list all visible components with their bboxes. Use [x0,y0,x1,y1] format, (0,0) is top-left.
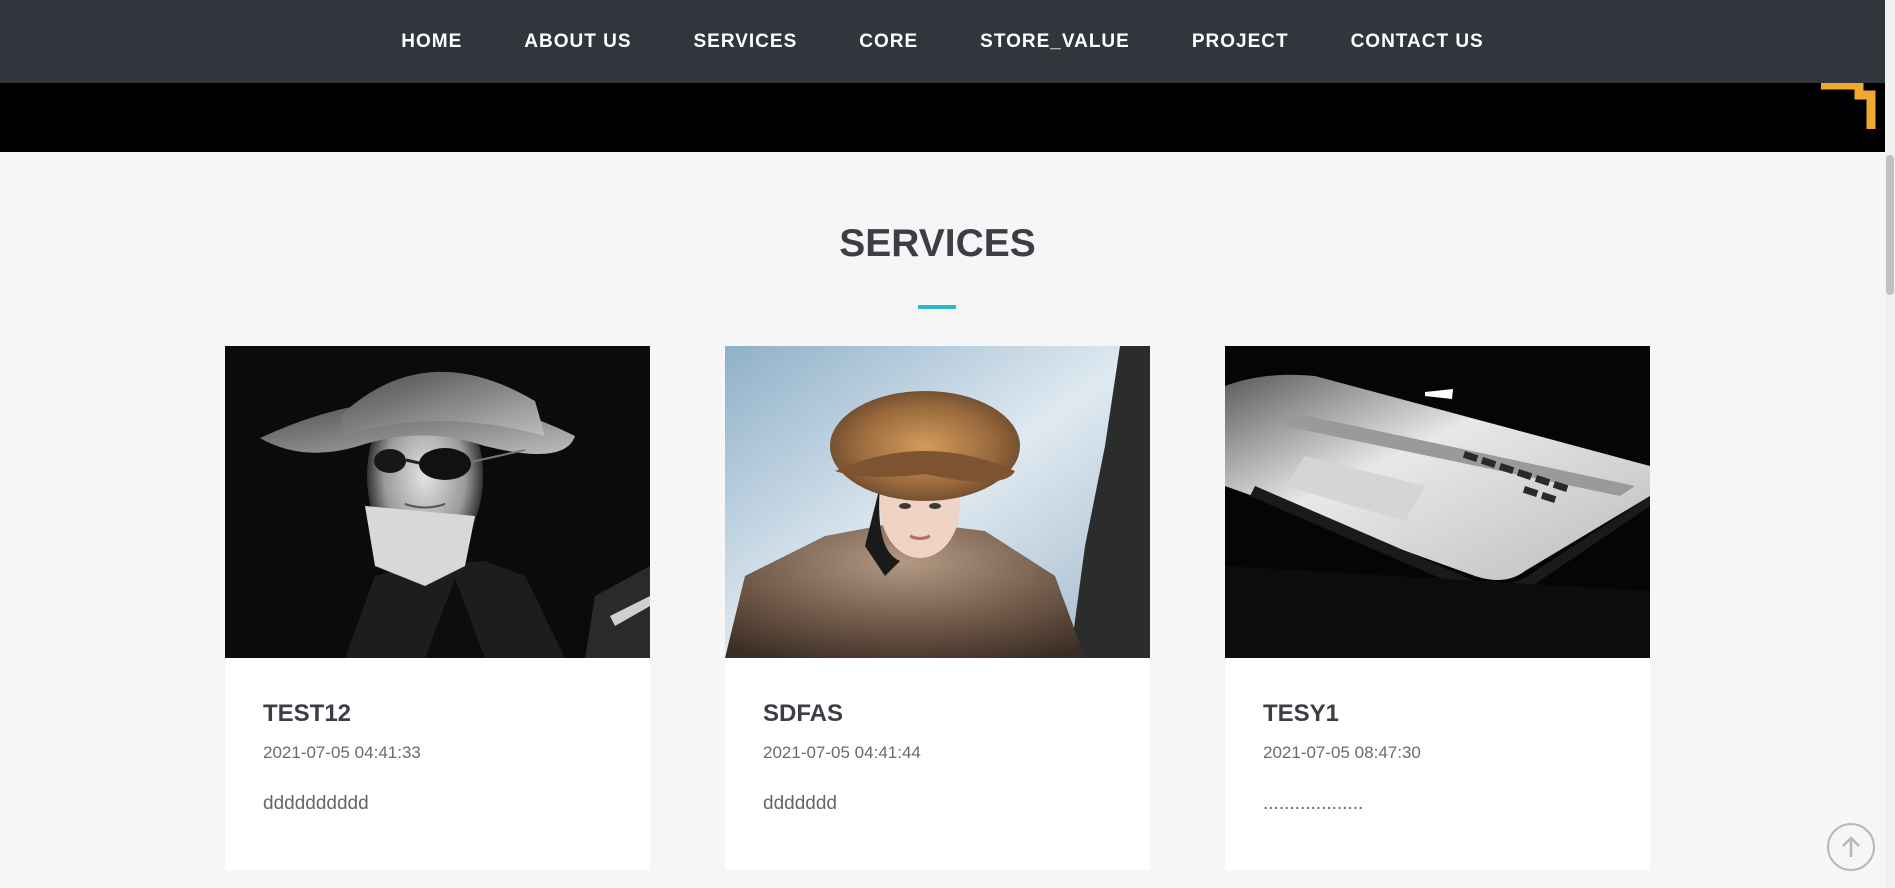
page-scrollbar[interactable] [1885,0,1895,888]
nav-core-link[interactable]: CORE [859,31,918,53]
nav-home-link[interactable]: HOME [401,31,462,53]
service-card-title[interactable]: TESY1 [1263,700,1339,728]
service-card-image[interactable] [225,346,650,658]
nav-store-value-link[interactable]: STORE_VALUE [980,31,1130,53]
hero-decoration-graphic [1821,83,1876,129]
service-card-date: 2021-07-05 04:41:33 [263,743,421,762]
scrollbar-thumb[interactable] [1886,155,1894,295]
nav-contact-us-link[interactable]: CONTACT US [1351,31,1484,53]
back-to-top-button[interactable] [1827,823,1875,871]
service-card[interactable]: TESY1 2021-07-05 08:47:30 ..............… [1225,346,1650,870]
service-card-date: 2021-07-05 04:41:44 [763,743,921,762]
laptop-photo [1225,346,1650,658]
services-heading: SERVICES [839,222,1036,265]
nav-services-link[interactable]: SERVICES [694,31,798,53]
service-card-description: dddddddddd [263,793,369,814]
service-card-image[interactable] [725,346,1150,658]
service-card-description: ddddddd [763,793,837,814]
arrow-up-circle-icon [1842,836,1860,857]
nav-about-us-link[interactable]: ABOUT US [524,31,631,53]
woman-in-fur-hat-photo [725,346,1150,658]
service-card-title[interactable]: TEST12 [263,700,351,728]
heading-underline [918,305,956,309]
service-card-image[interactable] [1225,346,1650,658]
main-nav: HOME ABOUT US SERVICES CORE STORE_VALUE … [0,0,1885,83]
service-card-description: ................... [1263,793,1364,814]
service-card[interactable]: TEST12 2021-07-05 04:41:33 dddddddddd [225,346,650,870]
woman-in-hat-photo [225,346,650,658]
service-card-title[interactable]: SDFAS [763,700,843,728]
nav-project-link[interactable]: PROJECT [1192,31,1289,53]
service-card-date: 2021-07-05 08:47:30 [1263,743,1421,762]
hero-banner-strip [0,83,1885,152]
service-card[interactable]: SDFAS 2021-07-05 04:41:44 ddddddd [725,346,1150,870]
